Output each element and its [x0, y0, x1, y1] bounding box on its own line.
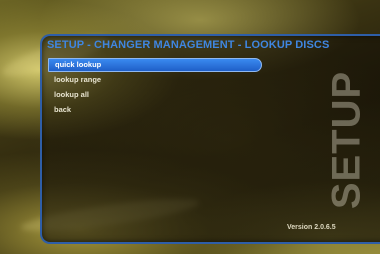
page-title: SETUP - CHANGER MANAGEMENT - LOOKUP DISC…: [47, 39, 330, 51]
menu-item-back[interactable]: back: [48, 103, 262, 117]
setup-watermark-text: SETUP: [324, 70, 369, 210]
setup-menu: quick lookup lookup range lookup all bac…: [48, 58, 262, 118]
menu-item-lookup-all[interactable]: lookup all: [48, 88, 262, 102]
setup-watermark: SETUP: [322, 71, 372, 209]
menu-item-quick-lookup[interactable]: quick lookup: [48, 58, 262, 72]
version-label: Version 2.0.6.5: [287, 224, 336, 231]
menu-item-lookup-range[interactable]: lookup range: [48, 73, 262, 87]
